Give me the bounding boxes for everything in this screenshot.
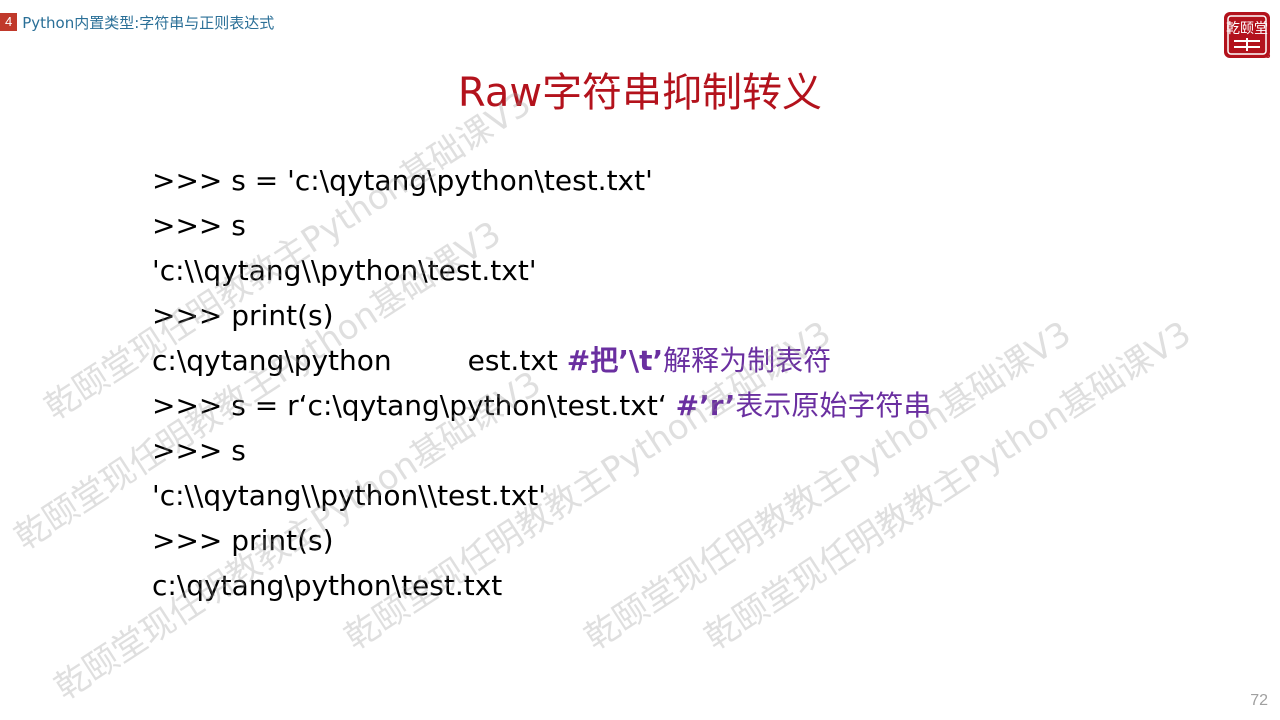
code-output-after-tab: est.txt xyxy=(467,344,567,377)
code-line: >>> s = 'c:\qytang\python\test.txt' xyxy=(152,164,653,197)
code-line: 'c:\\qytang\\python\test.txt' xyxy=(152,254,537,287)
code-comment-text: 解释为制表符 xyxy=(663,344,832,377)
code-comment-symbol: #把’\t’ xyxy=(566,344,664,377)
code-line: >>> s xyxy=(152,434,246,467)
code-line: >>> print(s) xyxy=(152,524,334,557)
qianyitang-seal-icon: 乾颐堂 xyxy=(1220,8,1274,62)
page-number: 72 xyxy=(1250,692,1268,709)
code-example: >>> s = 'c:\qytang\python\test.txt' >>> … xyxy=(152,158,1052,608)
chapter-header: 4 Python内置类型:字符串与正则表达式 xyxy=(0,12,274,32)
code-line-tab-output: c:\qytang\python est.txt #把’\t’解释为制表符 xyxy=(152,338,1052,383)
code-line: >>> s xyxy=(152,209,246,242)
code-line: >>> print(s) xyxy=(152,299,334,332)
seal-text-top: 乾颐堂 xyxy=(1226,21,1268,37)
code-comment-symbol: #’r’ xyxy=(675,389,736,422)
code-statement: >>> s = r‘c:\qytang\python\test.txt‘ xyxy=(152,389,676,422)
code-comment: #把’\t’解释为制表符 xyxy=(567,344,831,377)
code-comment: #’r’表示原始字符串 xyxy=(676,389,932,422)
chapter-number-badge: 4 xyxy=(0,13,18,31)
code-comment-text: 表示原始字符串 xyxy=(735,389,932,422)
slide-title: Raw字符串抑制转义 xyxy=(457,70,823,116)
code-line: 'c:\\qytang\\python\\test.txt' xyxy=(152,479,546,512)
code-line-raw-assign: >>> s = r‘c:\qytang\python\test.txt‘ #’r… xyxy=(152,383,1052,428)
chapter-title: Python内置类型:字符串与正则表达式 xyxy=(22,13,275,32)
code-output-before-tab: c:\qytang\python xyxy=(152,344,392,377)
code-line: c:\qytang\python\test.txt xyxy=(152,569,503,602)
